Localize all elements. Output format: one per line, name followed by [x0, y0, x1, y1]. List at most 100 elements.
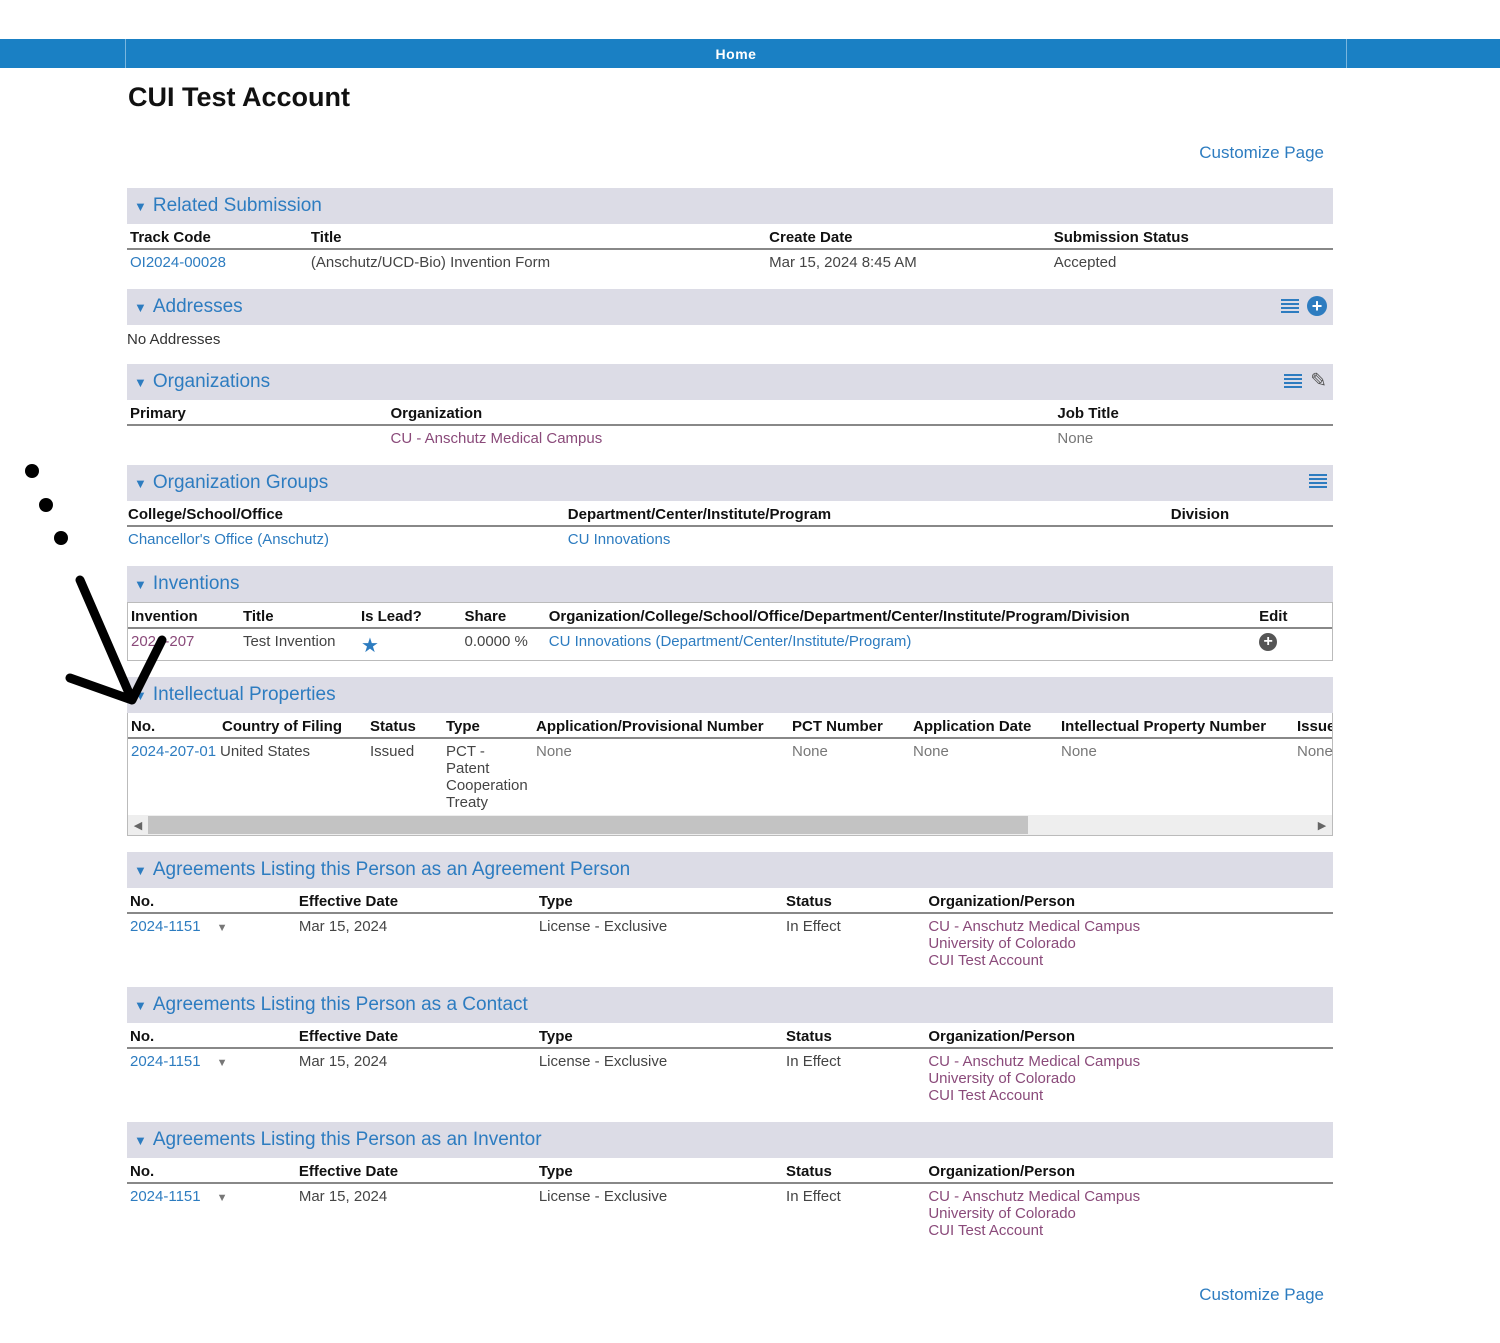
collapse-triangle-icon[interactable]: ▼: [134, 577, 147, 592]
section-title[interactable]: Related Submission: [153, 195, 322, 217]
section-title[interactable]: Agreements Listing this Person as an Agr…: [153, 859, 630, 881]
agreements-table: No. Effective Date Type Status Organizat…: [127, 888, 1333, 971]
column-header: Application/Provisional Number: [533, 713, 789, 739]
invention-link[interactable]: 2024-207: [128, 628, 240, 660]
lead-star-icon[interactable]: ★: [361, 635, 379, 657]
collapse-triangle-icon[interactable]: ▼: [134, 688, 147, 703]
section-title[interactable]: Organizations: [153, 371, 270, 393]
column-header: Organization: [387, 400, 1055, 426]
column-header: Country of Filing: [219, 713, 367, 739]
horizontal-scrollbar[interactable]: ◀ ▶: [128, 815, 1332, 835]
section-title[interactable]: Agreements Listing this Person as a Cont…: [153, 994, 528, 1016]
home-link[interactable]: Home: [716, 46, 757, 62]
column-header: Type: [535, 1023, 784, 1049]
section-header[interactable]: ▼ Agreements Listing this Person as a Co…: [127, 987, 1333, 1023]
section-title[interactable]: Agreements Listing this Person as an Inv…: [153, 1129, 542, 1151]
app-number: None: [536, 743, 572, 760]
ip-type: PCT - Patent Cooperation Treaty: [443, 738, 533, 813]
org-person-link[interactable]: CUI Test Account: [928, 952, 1330, 969]
agreement-status: In Effect: [786, 1053, 841, 1070]
page-title: CUI Test Account: [128, 82, 351, 112]
invention-title: Test Invention: [242, 633, 336, 650]
org-person-link[interactable]: CU - Anschutz Medical Campus: [928, 918, 1330, 935]
section-header[interactable]: ▼ Organizations ✎: [127, 364, 1333, 400]
department-link[interactable]: CU Innovations: [565, 526, 1168, 550]
collapse-triangle-icon[interactable]: ▼: [134, 998, 147, 1013]
column-header: Share: [461, 603, 546, 629]
agreement-number-link[interactable]: 2024-1151: [130, 1188, 201, 1205]
collapse-triangle-icon[interactable]: ▼: [134, 375, 147, 390]
collapse-triangle-icon[interactable]: ▼: [134, 1133, 147, 1148]
edit-pencil-icon[interactable]: ✎: [1310, 371, 1327, 391]
section-title[interactable]: Addresses: [153, 296, 243, 318]
org-person-link[interactable]: CU - Anschutz Medical Campus: [928, 1053, 1330, 1070]
annotation-dot: [25, 464, 39, 478]
column-header: Organization/College/School/Office/Depar…: [545, 603, 1257, 629]
ip-number-link[interactable]: 2024-207-01: [128, 738, 219, 813]
column-header: Type: [443, 713, 533, 739]
app-date: None: [913, 743, 949, 760]
add-address-icon[interactable]: +: [1307, 296, 1327, 316]
column-header: Effective Date: [295, 1158, 536, 1184]
primary-cell: [127, 425, 387, 449]
section-header[interactable]: ▼ Inventions: [127, 566, 1333, 602]
scroll-left-arrow-icon[interactable]: ◀: [128, 819, 148, 832]
section-header[interactable]: ▼ Intellectual Properties: [127, 677, 1333, 713]
country-of-filing: United States: [220, 743, 311, 760]
section-header[interactable]: ▼ Related Submission: [127, 188, 1333, 224]
org-person-link[interactable]: CUI Test Account: [928, 1222, 1330, 1239]
section-header[interactable]: ▼ Agreements Listing this Person as an A…: [127, 852, 1333, 888]
agreement-number-link[interactable]: 2024-1151: [130, 918, 201, 935]
ip-type-line: Cooperation: [446, 777, 528, 794]
collapse-triangle-icon[interactable]: ▼: [134, 300, 147, 315]
customize-page-link-bottom[interactable]: Customize Page: [1199, 1285, 1324, 1305]
table-row: OI2024-00028 (Anschutz/UCD-Bio) Inventio…: [127, 249, 1333, 273]
effective-date: Mar 15, 2024: [298, 1188, 388, 1205]
column-header: Application Date: [910, 713, 1058, 739]
agreement-number-link[interactable]: 2024-1151: [130, 1053, 201, 1070]
effective-date: Mar 15, 2024: [298, 1053, 388, 1070]
section-addresses: ▼ Addresses + No Addresses: [127, 289, 1333, 348]
org-person-link[interactable]: CUI Test Account: [928, 1087, 1330, 1104]
column-header: No.: [128, 713, 219, 739]
section-title[interactable]: Organization Groups: [153, 472, 328, 494]
organizations-table: Primary Organization Job Title CU - Ansc…: [127, 400, 1333, 449]
list-view-icon[interactable]: [1284, 372, 1303, 390]
table-row: 2024-1151 ▼ Mar 15, 2024 License - Exclus…: [127, 1048, 1333, 1106]
scroll-right-arrow-icon[interactable]: ▶: [1312, 819, 1332, 832]
customize-page-link-top[interactable]: Customize Page: [1199, 143, 1324, 163]
org-person-link[interactable]: CU - Anschutz Medical Campus: [928, 1188, 1330, 1205]
list-view-icon[interactable]: [1309, 472, 1327, 490]
section-title[interactable]: Intellectual Properties: [153, 684, 336, 706]
dropdown-caret-icon[interactable]: ▼: [217, 1192, 228, 1204]
main-content: ▼ Related Submission Track Code Title Cr…: [127, 188, 1333, 1257]
section-title[interactable]: Inventions: [153, 573, 240, 595]
related-submission-table: Track Code Title Create Date Submission …: [127, 224, 1333, 273]
section-agreements-inventor: ▼ Agreements Listing this Person as an I…: [127, 1122, 1333, 1241]
submission-status: Accepted: [1053, 254, 1117, 271]
organization-link[interactable]: CU - Anschutz Medical Campus: [387, 425, 1054, 449]
dropdown-caret-icon[interactable]: ▼: [217, 922, 228, 934]
edit-plus-icon[interactable]: +: [1259, 633, 1278, 651]
org-person-link[interactable]: University of Colorado: [928, 1205, 1330, 1222]
collapse-triangle-icon[interactable]: ▼: [134, 863, 147, 878]
track-code-link[interactable]: OI2024-00028: [127, 249, 308, 273]
ip-type-line: PCT -: [446, 743, 485, 760]
list-view-icon[interactable]: [1281, 297, 1299, 315]
dropdown-caret-icon[interactable]: ▼: [217, 1057, 228, 1069]
section-header[interactable]: ▼ Organization Groups: [127, 465, 1333, 501]
column-header: Status: [783, 888, 926, 914]
org-person-link[interactable]: University of Colorado: [928, 935, 1330, 952]
org-person-link[interactable]: University of Colorado: [928, 1070, 1330, 1087]
column-header: No.: [127, 1023, 296, 1049]
agreements-table: No. Effective Date Type Status Organizat…: [127, 1023, 1333, 1106]
college-link[interactable]: Chancellor's Office (Anschutz): [127, 526, 565, 550]
invention-org-link[interactable]: CU Innovations (Department/Center/Instit…: [546, 628, 1256, 660]
ip-status: Issued: [370, 743, 415, 760]
collapse-triangle-icon[interactable]: ▼: [134, 476, 147, 491]
collapse-triangle-icon[interactable]: ▼: [134, 199, 147, 214]
section-header[interactable]: ▼ Agreements Listing this Person as an I…: [127, 1122, 1333, 1158]
scrollbar-thumb[interactable]: [148, 816, 1028, 834]
column-header: Is Lead?: [357, 603, 462, 629]
section-header[interactable]: ▼ Addresses +: [127, 289, 1333, 325]
